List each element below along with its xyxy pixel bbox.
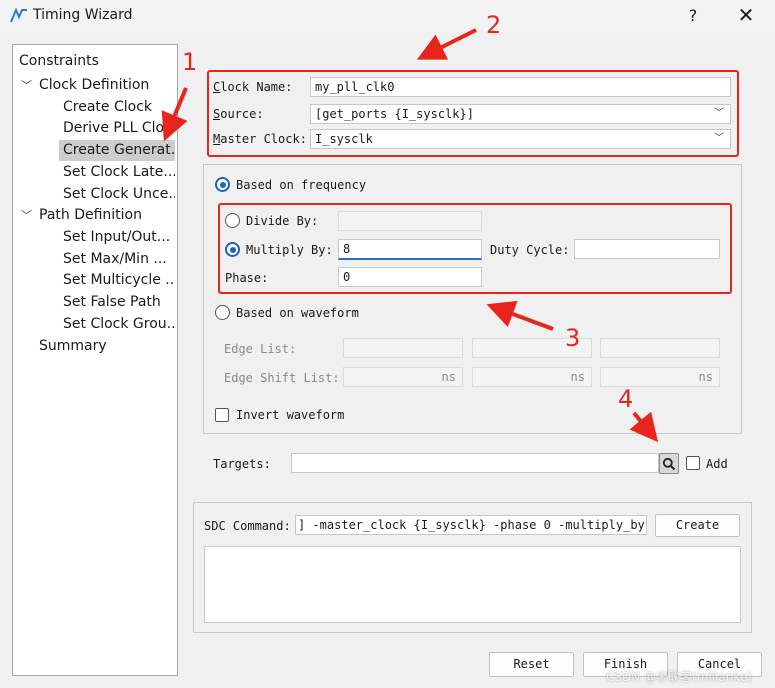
create-button[interactable]: Create [655,514,740,537]
close-button[interactable]: ✕ [732,4,760,28]
tree-item-set-clock-latency[interactable]: Set Clock Late... [63,162,175,183]
based-on-waveform-radio[interactable] [215,305,230,320]
based-on-waveform-label: Based on waveform [236,306,359,320]
based-on-frequency-radio[interactable] [215,177,230,192]
targets-search-button[interactable] [659,453,679,474]
annotation-number-3: 3 [565,324,581,352]
chevron-down-icon[interactable]: ﹀ [21,207,32,223]
tree-item-create-generated-clock[interactable]: Create Generat... [59,140,175,161]
add-targets-checkbox[interactable] [686,456,700,470]
reset-button[interactable]: Reset [489,652,574,677]
window-title: Timing Wizard [33,7,133,23]
tree-item-set-clock-uncertainty[interactable]: Set Clock Unce... [63,184,175,205]
tree-item-set-input-output-delay[interactable]: Set Input/Out... [63,227,175,248]
invert-waveform-checkbox[interactable] [215,408,229,422]
timing-wizard-icon [10,8,27,23]
sdc-command-input[interactable]: ] -master_clock {I_sysclk} -phase 0 -mul… [295,515,647,535]
annotation-box-3 [218,203,732,294]
arrow-2 [416,28,477,60]
annotation-number-2: 2 [486,11,502,39]
targets-label: Targets: [213,457,271,471]
tree-item-clock-definition[interactable]: Clock Definition [39,75,149,96]
tree-item-summary[interactable]: Summary [39,336,107,357]
edge-shift-list-label: Edge Shift List: [224,371,340,385]
tree-item-set-max-min-delay[interactable]: Set Max/Min ... [63,249,175,270]
tree-item-path-definition[interactable]: Path Definition [39,205,142,226]
constraints-tree[interactable]: Constraints ﹀ Clock Definition Create Cl… [12,44,178,676]
chevron-down-icon[interactable]: ﹀ [21,77,32,93]
watermark: CSDN @米联客(milianke) [606,670,752,684]
based-on-frequency-label: Based on frequency [236,178,367,192]
sdc-output-textarea[interactable] [204,546,741,623]
edge-list-label: Edge List: [224,342,297,356]
sdc-command-label: SDC Command: [204,519,291,533]
invert-waveform-label: Invert waveform [236,408,345,422]
tree-item-constraints[interactable]: Constraints [19,51,99,72]
edge-list-input-3[interactable] [600,338,720,358]
help-button[interactable]: ? [682,5,704,27]
annotation-number-4: 4 [618,385,634,413]
tree-item-derive-pll-clocks[interactable]: Derive PLL Clo... [63,118,175,139]
edge-list-input-1[interactable] [343,338,463,358]
tree-item-set-false-path[interactable]: Set False Path [63,292,175,313]
tree-item-set-clock-groups[interactable]: Set Clock Grou... [63,314,175,335]
edge-shift-input-3[interactable]: ns [600,367,720,387]
tree-item-set-multicycle-path[interactable]: Set Multicycle ... [63,270,175,291]
tree-item-create-clock[interactable]: Create Clock [63,97,152,118]
search-icon [662,457,676,471]
targets-input[interactable] [291,453,659,473]
annotation-box-2 [207,70,739,157]
edge-shift-input-1[interactable]: ns [343,367,463,387]
edge-shift-input-2[interactable]: ns [472,367,592,387]
annotation-number-1: 1 [182,48,198,76]
add-targets-label: Add [706,457,728,471]
